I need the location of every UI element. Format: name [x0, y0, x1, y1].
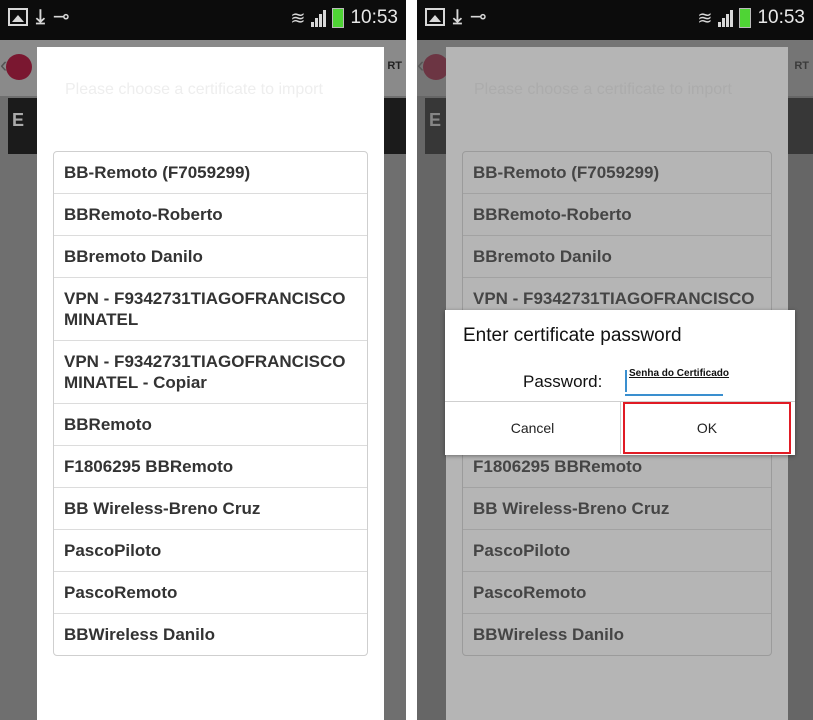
signal-icon — [718, 9, 734, 27]
certificate-item[interactable]: VPN - F9342731TIAGOFRANCISCOMINATEL - Co… — [54, 341, 367, 404]
certificate-item[interactable]: BBremoto Danilo — [54, 236, 367, 278]
chooser-title: Please choose a certificate to import — [65, 81, 323, 98]
image-icon — [425, 8, 445, 26]
key-icon: ⊸ — [469, 6, 487, 28]
status-bar: ⤓ ⊸ ≋ 10:53 — [0, 0, 406, 40]
battery-icon — [739, 8, 752, 28]
password-label: Password: — [523, 372, 603, 391]
certificate-chooser-dialog: Please choose a certificate to import BB… — [37, 47, 384, 720]
certificate-list: BB-Remoto (F7059299) BBRemoto-Roberto BB… — [53, 151, 368, 656]
status-time: 10:53 — [350, 7, 398, 28]
download-icon: ⤓ — [36, 6, 45, 28]
password-dialog-title: Enter certificate password — [463, 325, 682, 346]
certificate-item[interactable]: BB-Remoto (F7059299) — [54, 152, 367, 194]
wifi-icon: ≋ — [290, 7, 306, 28]
status-bar: ⤓ ⊸ ≋ 10:53 — [417, 0, 813, 40]
certificate-item[interactable]: F1806295 BBRemoto — [54, 446, 367, 488]
screen-chooser: ⤓ ⊸ ≋ 10:53 ‹ RT E Please choose a certi… — [0, 0, 406, 720]
image-icon — [8, 8, 28, 26]
certificate-item[interactable]: PascoRemoto — [54, 572, 367, 614]
password-dialog: Enter certificate password Password: Sen… — [445, 310, 795, 455]
password-input[interactable]: Senha do Certificado — [625, 368, 729, 396]
ok-button[interactable]: OK — [623, 402, 791, 454]
screen-password: ⤓ ⊸ ≋ 10:53 ‹ RT E Please choose a certi… — [417, 0, 813, 720]
wifi-icon: ≋ — [697, 7, 713, 28]
certificate-item[interactable]: BB Wireless-Breno Cruz — [54, 488, 367, 530]
certificate-item[interactable]: PascoPiloto — [54, 530, 367, 572]
status-time: 10:53 — [757, 7, 805, 28]
cancel-button[interactable]: Cancel — [445, 402, 621, 454]
app-header-fragment: RT — [387, 60, 402, 72]
app-row-fragment: E — [12, 110, 25, 130]
certificate-item[interactable]: VPN - F9342731TIAGOFRANCISCOMINATEL — [54, 278, 367, 341]
key-icon: ⊸ — [52, 6, 70, 28]
battery-icon — [332, 8, 345, 28]
download-icon: ⤓ — [453, 6, 462, 28]
certificate-item[interactable]: BBWireless Danilo — [54, 614, 367, 655]
signal-icon — [311, 9, 327, 27]
certificate-item[interactable]: BBRemoto — [54, 404, 367, 446]
certificate-item[interactable]: BBRemoto-Roberto — [54, 194, 367, 236]
app-logo — [6, 54, 32, 80]
